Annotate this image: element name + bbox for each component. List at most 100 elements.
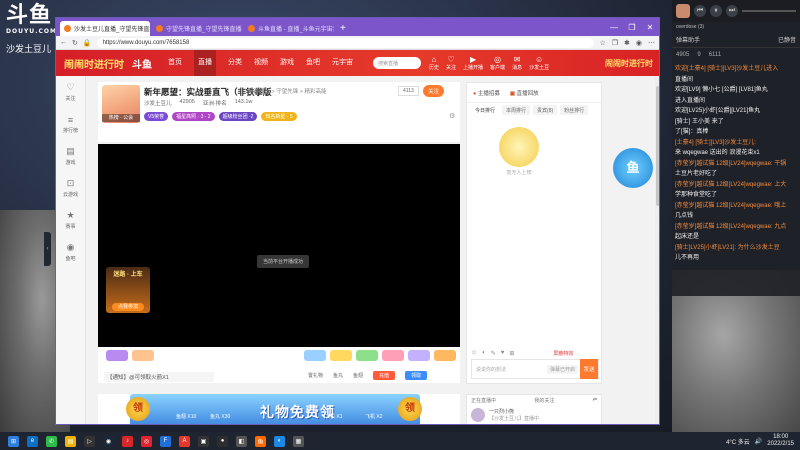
sidebar-collapse-handle[interactable]: ‹ xyxy=(44,232,51,266)
browser-tab[interactable]: 守望先锋直播_守望先锋直播视频... ✕ xyxy=(152,21,242,36)
player-ad-button[interactable]: 点我参加 xyxy=(112,303,144,311)
emoji-icon[interactable]: ☺ xyxy=(471,350,477,357)
video-player[interactable]: 当前平台开播成功 迷路 · 上车 点我参加 xyxy=(98,144,460,347)
client-button[interactable]: ◎ 客户端 xyxy=(490,55,505,71)
sidebar-item[interactable]: ♡ 关注 xyxy=(56,76,85,108)
tab-fan-rank[interactable]: 粉丝排行 xyxy=(560,105,589,115)
recharge-button[interactable]: 充值 xyxy=(373,371,396,380)
event-mascot[interactable]: 鱼 xyxy=(613,148,653,188)
room-tag[interactable]: 知名新星 · 5 xyxy=(261,112,297,121)
app-icon[interactable]: F xyxy=(160,435,171,447)
volume-icon[interactable]: 🔊 xyxy=(755,438,762,445)
clock[interactable]: 18:00 2022/2/15 xyxy=(767,434,794,448)
netease-icon[interactable]: ◎ xyxy=(141,435,152,447)
app-icon[interactable]: ▦ xyxy=(293,435,304,447)
replay-link[interactable]: ▣ 直播回放 xyxy=(510,89,539,97)
pause-icon[interactable]: ⏸ xyxy=(710,5,722,17)
terminal-icon[interactable]: ▷ xyxy=(84,435,95,447)
back-icon[interactable]: ← xyxy=(60,39,67,46)
follow-list-button[interactable]: ♡ 关注 xyxy=(446,55,456,71)
promo-banner[interactable]: 领 鱼翅 X10 鱼丸 X30 礼物免费领 飞机 X1 飞机 X2 领 xyxy=(98,394,460,424)
barrage-toggle[interactable]: 弹幕已开启 xyxy=(546,364,578,374)
gift-item[interactable] xyxy=(408,350,430,366)
wechat-icon[interactable]: ✆ xyxy=(46,435,57,447)
room-tag[interactable]: V5荣誉 xyxy=(144,112,169,121)
history-button[interactable]: ⌂ 历史 xyxy=(429,55,439,71)
app-icon[interactable]: ◧ xyxy=(236,435,247,447)
page-scrollbar[interactable] xyxy=(655,76,659,424)
sidebar-item[interactable]: ★ 赛事 xyxy=(56,204,85,236)
profile-icon[interactable]: ◉ xyxy=(636,39,642,47)
pdf-icon[interactable]: A xyxy=(179,435,190,447)
edge-browser-icon[interactable]: e xyxy=(27,435,38,447)
extensions-icon[interactable]: ✱ xyxy=(624,39,630,47)
color-icon[interactable]: ◐ xyxy=(482,350,486,357)
lock-chat-icon[interactable]: ⊞ xyxy=(509,350,514,357)
claim-button[interactable]: 领取 xyxy=(405,371,428,380)
tab-week-rank[interactable]: 本周排行 xyxy=(502,105,531,115)
player-ad[interactable]: 迷路 · 上车 点我参加 xyxy=(106,267,150,313)
nav-metaverse[interactable]: 元宇宙 xyxy=(332,50,353,76)
minimize-button[interactable]: — xyxy=(605,18,623,36)
start-stream-button[interactable]: ▶ 上播开播 xyxy=(463,55,483,71)
follow-list-title[interactable]: 我的关注 xyxy=(534,397,554,404)
next-track-icon[interactable]: ⏭ xyxy=(726,5,738,17)
menu-icon[interactable]: ⋯ xyxy=(648,39,655,47)
media-progress-track[interactable] xyxy=(742,10,796,12)
gift-item[interactable] xyxy=(382,350,404,366)
new-tab-button[interactable]: + xyxy=(336,23,350,36)
app-icon[interactable]: ▣ xyxy=(198,435,209,447)
start-icon[interactable]: ⊞ xyxy=(8,435,19,447)
festival-banner-right[interactable]: 闹闹时进行时 xyxy=(605,58,653,69)
block-effects-toggle[interactable]: 屏蔽特效 xyxy=(553,350,573,357)
streamer-name[interactable]: 沙发土豆儿 xyxy=(144,99,172,107)
settings-icon[interactable]: ⚙ xyxy=(449,112,455,120)
filter-icon[interactable]: ⇄ xyxy=(593,397,597,404)
chat-app-icon[interactable]: ◐ xyxy=(274,435,285,447)
douyu-brand-logo[interactable]: 斗鱼 xyxy=(132,56,152,71)
star-icon[interactable]: ☆ xyxy=(599,39,605,47)
nav-video[interactable]: 视频 xyxy=(254,50,268,76)
recruit-link[interactable]: ● 主播招募 xyxy=(473,89,500,97)
sidebar-item[interactable]: ◉ 鱼吧 xyxy=(56,236,85,268)
sidebar-item[interactable]: ⊡ 云游戏 xyxy=(56,172,85,204)
gift-item[interactable] xyxy=(132,350,154,366)
gift-item[interactable] xyxy=(304,350,326,366)
obs-icon[interactable]: ● xyxy=(217,435,228,447)
maximize-button[interactable]: ❐ xyxy=(623,18,641,36)
gift-settings-button[interactable]: 置礼物 xyxy=(308,372,323,379)
tab-vip[interactable]: 贵宾(8) xyxy=(533,105,558,115)
chat-input[interactable]: 说说你的想法 xyxy=(472,366,547,373)
gift-item[interactable] xyxy=(106,350,128,366)
fans-icon[interactable]: ♥ xyxy=(501,350,505,357)
festival-logo[interactable]: 闹闹时进行时 xyxy=(64,56,124,71)
weather-label[interactable]: 4°C 多云 xyxy=(726,437,750,446)
room-tag[interactable]: 福星高照 · 3 · 2 xyxy=(172,112,215,121)
chat-overlay-status[interactable]: 已静音 xyxy=(778,35,796,44)
url-input[interactable]: https://www.douyu.com/7658158 xyxy=(96,37,595,48)
douyu-app-icon[interactable]: 鱼 xyxy=(255,435,266,447)
messages-button[interactable]: ✉ 消息 xyxy=(512,55,522,71)
room-category[interactable]: 网游竞技 > 守望先锋 > 精彩高能 xyxy=(248,87,327,95)
nav-live[interactable]: 直播 xyxy=(194,50,216,76)
user-avatar-button[interactable]: ☺ 沙发土豆 xyxy=(529,55,549,71)
folder-icon[interactable]: ▤ xyxy=(65,435,76,447)
browser-tab[interactable]: 斗鱼直播 - 直播_斗鱼元宇宙音乐... ✕ xyxy=(244,21,334,36)
barrage-icon[interactable]: ✎ xyxy=(491,350,496,357)
browser-tab-active[interactable]: 沙发土豆儿直播_守望先锋直播... ✕ xyxy=(60,21,150,36)
steam-icon[interactable]: ◉ xyxy=(103,435,114,447)
sidebar-item[interactable]: ▤ 游戏 xyxy=(56,140,85,172)
nav-category[interactable]: 分类 xyxy=(228,50,242,76)
prev-track-icon[interactable]: ⏮ xyxy=(694,5,706,17)
nav-home[interactable]: 首页 xyxy=(168,50,182,76)
nav-fishbar[interactable]: 鱼吧 xyxy=(306,50,320,76)
nav-games[interactable]: 游戏 xyxy=(280,50,294,76)
refresh-icon[interactable]: ↻ xyxy=(72,39,78,47)
gift-item[interactable] xyxy=(356,350,378,366)
room-tag[interactable]: 超级粉丝团 ·2 xyxy=(218,112,258,121)
site-search-input[interactable]: 搜索直播 xyxy=(373,57,421,69)
gift-item[interactable] xyxy=(330,350,352,366)
sidebar-item[interactable]: ≡ 排行榜 xyxy=(56,108,85,140)
gift-item[interactable] xyxy=(434,350,456,366)
collections-icon[interactable]: ❐ xyxy=(612,39,618,47)
